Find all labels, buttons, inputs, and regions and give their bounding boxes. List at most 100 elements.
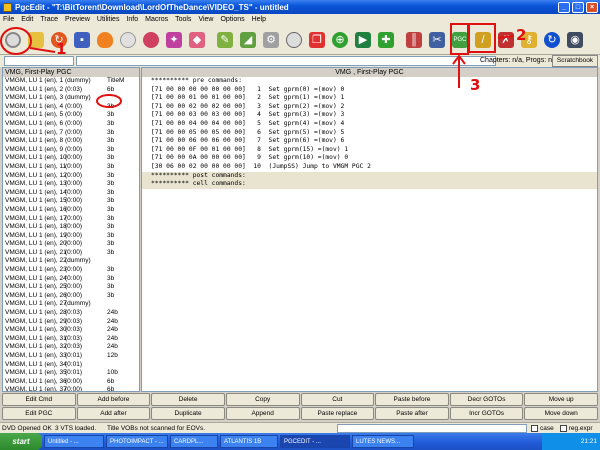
command-line[interactable]: [71 00 00 00 00 00 00 00] 1 Set gprm(0) … — [142, 86, 597, 95]
case-checkbox[interactable]: case — [531, 424, 554, 432]
wand-button[interactable]: / — [472, 28, 494, 52]
taskbar-item[interactable]: PHOTOIMPACT - ... — [106, 435, 168, 448]
table-row[interactable]: VMGM, LU 1 (en), 10 (0:00) 3b — [3, 154, 139, 163]
table-row[interactable]: VMGM, LU 1 (en), 21 (0:00) 3b — [3, 249, 139, 258]
open-folder-button[interactable] — [25, 28, 47, 52]
table-row[interactable]: VMGM, LU 1 (en), 5 (0:00) 3b — [3, 111, 139, 120]
start-button[interactable]: start — [0, 433, 42, 450]
paste-after-button[interactable]: Paste after — [375, 407, 449, 420]
search-input[interactable] — [337, 423, 527, 433]
table-row[interactable]: VMGM, LU 1 (en), 2 (0:03) 6b — [3, 86, 139, 95]
command-line[interactable]: [30 06 00 02 00 00 00 00] 10 (JumpSS) Ju… — [142, 163, 597, 172]
table-row[interactable]: VMGM, LU 1 (en), 19 (0:00) 3b — [3, 232, 139, 241]
menu-trace[interactable]: Trace — [40, 16, 58, 23]
cut-button[interactable]: ✂ — [426, 28, 448, 52]
pgc-button[interactable]: PGC — [449, 28, 471, 52]
open-dvd-button[interactable] — [2, 28, 24, 52]
table-row[interactable]: VMGM, LU 1 (en), 16 (0:00) 3b — [3, 206, 139, 215]
cut-cmd-button[interactable]: Cut — [300, 393, 375, 406]
command-line[interactable]: ********** pre commands: — [142, 77, 597, 86]
save-button[interactable]: ▪ — [71, 28, 93, 52]
command-line[interactable]: [71 00 00 06 00 06 00 00] 7 Set gprm(6) … — [142, 137, 597, 146]
incr-gotos-button[interactable]: Incr GOTOs — [449, 407, 524, 420]
command-line[interactable]: [71 00 00 02 00 02 00 00] 3 Set gprm(2) … — [142, 103, 597, 112]
menu-macros[interactable]: Macros — [145, 16, 168, 23]
regexp-checkbox[interactable]: reg.expr — [559, 424, 593, 432]
delete-button[interactable]: Delete — [151, 393, 225, 406]
table-row[interactable]: VMGM, LU 1 (en), 6 (0:00) 3b — [3, 120, 139, 129]
menu-edit[interactable]: Edit — [21, 16, 33, 23]
grid-button[interactable]: ⊕ — [329, 28, 351, 52]
table-row[interactable]: VMGM, LU 1 (en), 31 (0:03) 24b — [3, 335, 139, 344]
table-row[interactable]: VMGM, LU 1 (en), 35 (0:01) 10b — [3, 369, 139, 378]
scratchbook-button[interactable]: Scratchbook — [552, 55, 598, 67]
tag-button[interactable]: ◢ — [237, 28, 259, 52]
append-button[interactable]: Append — [225, 407, 300, 420]
table-row[interactable]: VMGM, LU 1 (en), 4 (0:00) 3b — [3, 103, 139, 112]
table-row[interactable]: VMGM, LU 1 (en), 33 (0:01) 12b — [3, 352, 139, 361]
table-row[interactable]: VMGM, LU 1 (en), 23 (0:00) 3b — [3, 266, 139, 275]
table-row[interactable]: VMGM, LU 1 (en), 32 (0:03) 24b — [3, 343, 139, 352]
command-line[interactable]: [71 00 00 05 00 05 00 00] 6 Set gprm(5) … — [142, 129, 597, 138]
table-row[interactable]: VMGM, LU 1 (en), 8 (0:00) 3b — [3, 137, 139, 146]
table-row[interactable]: VMGM, LU 1 (en), 28 (0:03) 24b — [3, 309, 139, 318]
trace-debug-button[interactable]: ↻ — [541, 28, 563, 52]
table-row[interactable]: VMGM, LU 1 (en), 13 (0:00) 3b — [3, 180, 139, 189]
table-row[interactable]: VMGM, LU 1 (en), 3 (dummy) — [3, 94, 139, 103]
taskbar-item[interactable]: PGCEDIT - ... — [280, 435, 350, 448]
command-line[interactable]: [71 00 00 01 00 01 00 00] 2 Set gprm(1) … — [142, 94, 597, 103]
move-down-button[interactable]: Move down — [524, 407, 598, 420]
table-row[interactable]: VMGM, LU 1 (en), 34 (0:01) — [3, 361, 139, 370]
trace-button[interactable]: ✦ — [163, 28, 185, 52]
table-row[interactable]: VMGM, LU 1 (en), 9 (0:00) 3b — [3, 146, 139, 155]
table-row[interactable]: VMGM, LU 1 (en), 25 (0:00) 3b — [3, 283, 139, 292]
table-row[interactable]: VMGM, LU 1 (en), 37 (0:00) 6b — [3, 386, 139, 391]
table-row[interactable]: VMGM, LU 1 (en), 30 (0:03) 24b — [3, 326, 139, 335]
table-row[interactable]: VMGM, LU 1 (en), 18 (0:00) 3b — [3, 223, 139, 232]
table-row[interactable]: VMGM, LU 1 (en), 14 (0:00) 3b — [3, 189, 139, 198]
command-line[interactable]: [71 00 00 0A 00 00 00 00] 9 Set gprm(10)… — [142, 154, 597, 163]
table-row[interactable]: VMGM, LU 1 (en), 17 (0:00) 3b — [3, 215, 139, 224]
edit-cmd-button[interactable]: Edit Cmd — [2, 393, 76, 406]
taskbar-item[interactable]: ATLANTIS 1B — [220, 435, 278, 448]
command-line[interactable]: ********** post commands: — [142, 171, 597, 181]
eye-button[interactable]: ◉ — [564, 28, 586, 52]
table-row[interactable]: VMGM, LU 1 (en), 36 (0:00) 6b — [3, 378, 139, 387]
add-before-button[interactable]: Add before — [76, 393, 151, 406]
check-button[interactable]: ✗ — [495, 28, 517, 52]
pgc-field[interactable] — [76, 56, 496, 66]
copy-cmd-button[interactable]: Copy — [225, 393, 300, 406]
copy-button[interactable]: ❐ — [306, 28, 328, 52]
menu-tools[interactable]: Tools — [175, 16, 191, 23]
table-row[interactable]: VMGM, LU 1 (en), 1 (dummy) TitleM — [3, 77, 139, 86]
close-button[interactable]: × — [586, 1, 598, 13]
edit-button[interactable]: ✎ — [214, 28, 236, 52]
pgc-list-header[interactable]: VMG, First-Play PGC — [3, 68, 139, 77]
burn-button[interactable] — [94, 28, 116, 52]
menu-file[interactable]: File — [3, 16, 14, 23]
info-button[interactable]: ◆ — [186, 28, 208, 52]
taskbar-item[interactable]: Untitled - ... — [44, 435, 104, 448]
maximize-button[interactable]: □ — [572, 1, 584, 13]
table-row[interactable]: VMGM, LU 1 (en), 22 (dummy) — [3, 257, 139, 266]
disc-menu-button[interactable] — [283, 28, 305, 52]
add-after-button[interactable]: Add after — [76, 407, 151, 420]
command-line[interactable]: [71 00 00 03 00 03 00 00] 4 Set gprm(3) … — [142, 111, 597, 120]
table-row[interactable]: VMGM, LU 1 (en), 24 (0:00) 3b — [3, 275, 139, 284]
command-line[interactable]: [71 00 00 04 00 04 00 00] 5 Set gprm(4) … — [142, 120, 597, 129]
table-row[interactable]: VMGM, LU 1 (en), 29 (0:03) 24b — [3, 318, 139, 327]
edit-pgc-button[interactable]: Edit PGC — [2, 407, 76, 420]
menu-utilities[interactable]: Utilities — [97, 16, 120, 23]
duplicate-button[interactable]: Duplicate — [151, 407, 225, 420]
menu-view[interactable]: View — [198, 16, 213, 23]
taskbar-item[interactable]: LUTES NEWS... — [352, 435, 414, 448]
menu-options[interactable]: Options — [220, 16, 244, 23]
paste-before-button[interactable]: Paste before — [375, 393, 449, 406]
taskbar-item[interactable]: CARDPL... — [170, 435, 218, 448]
search-button[interactable] — [140, 28, 162, 52]
move-up-button[interactable]: Move up — [524, 393, 598, 406]
macro-button[interactable]: ✚ — [375, 28, 397, 52]
table-row[interactable]: VMGM, LU 1 (en), 26 (0:00) 3b — [3, 292, 139, 301]
ruler-button[interactable]: ║ — [403, 28, 425, 52]
menu-help[interactable]: Help — [252, 16, 266, 23]
